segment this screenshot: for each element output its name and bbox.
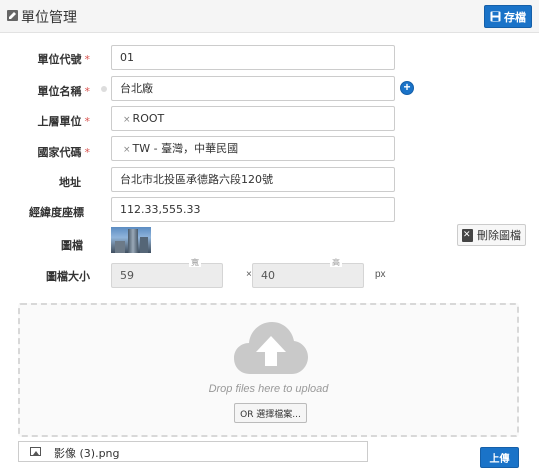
required-mark: * [84,115,91,128]
delete-image-button[interactable]: 刪除圖檔 [457,224,526,246]
edit-icon [7,10,18,21]
address-input[interactable]: 台北市北投區承德路六段120號 [111,167,395,192]
parent-unit-select[interactable]: × ROOT [111,106,395,131]
coordinates-input[interactable]: 112.33,555.33 [111,197,395,222]
delete-file-icon [462,228,473,242]
choose-file-button[interactable]: OR 選擇檔案... [234,403,307,423]
image-file-icon [30,447,41,456]
image-height-caption: 高 [330,258,342,267]
address-label: 地址 [59,176,81,189]
image-width-caption: 寬 [189,258,201,267]
image-width-input[interactable]: 59 [111,263,223,288]
times-sign: × [246,269,252,280]
upload-button[interactable]: 上傳 [480,447,519,468]
parent-unit-tag: ROOT [132,112,165,125]
required-mark: * [84,146,91,159]
plus-circle-icon[interactable]: + [400,81,414,95]
unit-name-label: 單位名稱 * [37,85,91,98]
remove-tag-icon[interactable]: × [123,115,131,125]
page-header: 單位管理 存檔 [0,0,539,33]
country-code-label: 國家代碼 * [37,146,91,159]
save-button[interactable]: 存檔 [484,5,532,28]
unit-code-input[interactable]: 01 [111,45,395,70]
remove-tag-icon[interactable]: × [123,145,131,155]
country-code-select[interactable]: × TW - 臺灣，中華民國 [111,136,395,161]
country-code-tag: TW - 臺灣，中華民國 [132,142,239,155]
cloud-upload-icon [234,322,308,374]
required-mark: * [84,85,91,98]
dropzone-text: Drop files here to upload [208,383,329,395]
size-unit: px [375,269,386,280]
floppy-disk-icon [490,11,501,22]
unit-name-input[interactable]: 台北廠 [111,76,395,101]
selected-file-row: 影像 (3).png [18,441,368,462]
unit-name-indicator [101,86,107,92]
upload-dropzone[interactable]: Drop files here to upload OR 選擇檔案... [18,303,519,437]
file-name: 影像 (3).png [54,447,120,460]
required-mark: * [84,53,91,66]
unit-code-label: 單位代號 * [37,53,91,66]
image-height-input[interactable]: 40 [252,263,364,288]
coordinates-label: 經緯度座標 [29,206,84,219]
image-size-label: 圖檔大小 [46,270,90,283]
save-button-label: 存檔 [504,10,526,24]
parent-unit-label: 上層單位 * [37,115,91,128]
delete-image-label: 刪除圖檔 [477,229,521,242]
image-label: 圖檔 [61,239,83,252]
page-title: 單位管理 [21,10,77,26]
image-thumbnail [111,227,151,253]
